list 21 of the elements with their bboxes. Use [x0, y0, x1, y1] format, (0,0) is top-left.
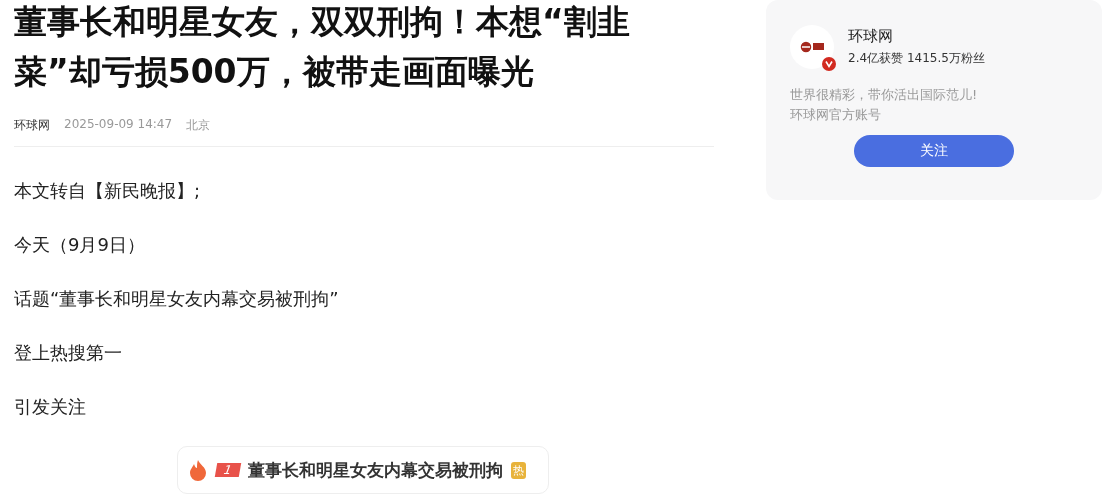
avatar-logo[interactable] — [790, 25, 834, 69]
hot-topic: 董事长和明星女友内幕交易被刑拘 — [247, 458, 503, 482]
author-name[interactable]: 环球网 — [848, 27, 985, 46]
hot-search-card[interactable]: 1 董事长和明星女友内幕交易被刑拘 热 — [177, 446, 549, 494]
hot-badge: 热 — [510, 461, 526, 479]
paragraph: 今天（9月9日） — [14, 233, 146, 257]
paragraph: 话题“董事长和明星女友内幕交易被刑拘” — [14, 287, 340, 311]
logo-icon — [799, 40, 825, 54]
paragraph: 引发关注 — [14, 395, 87, 419]
publish-time: 2025-09-09 14:47 — [64, 117, 173, 133]
author-bio: 世界很精彩，带你活出国际范儿! — [790, 86, 979, 104]
article-title: 董事长和明星女友，双双刑拘！本想“割韭菜”却亏损500万，被带走画面曝光 — [14, 1, 631, 93]
paragraph: 登上热搜第一 — [14, 341, 123, 365]
author-bio: 环球网官方账号 — [790, 106, 882, 124]
rank-badge: 1 — [214, 463, 241, 477]
paragraph: 本文转自【新民晚报】; — [14, 179, 202, 203]
source-name[interactable]: 环球网 — [14, 117, 50, 134]
follow-button[interactable]: 关注 — [854, 135, 1014, 167]
publish-location: 北京 — [186, 117, 211, 134]
flame-icon — [188, 459, 208, 481]
author-stats: 2.4亿获赞 1415.5万粉丝 — [848, 50, 985, 67]
